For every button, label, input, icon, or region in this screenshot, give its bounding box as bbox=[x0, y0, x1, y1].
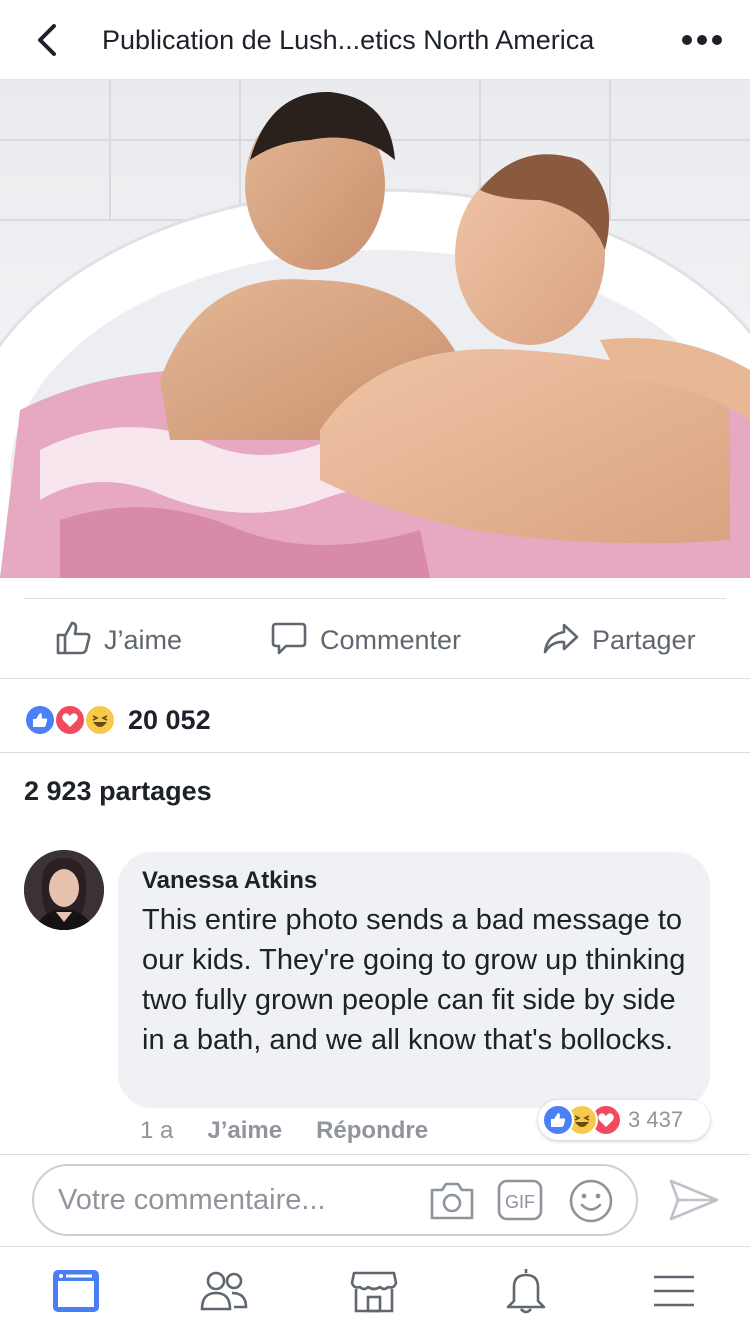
page-title: Publication de Lush...etics North Americ… bbox=[102, 25, 595, 55]
love-reaction-icon bbox=[54, 704, 86, 736]
comment-reply-button[interactable]: Répondre bbox=[316, 1117, 428, 1145]
send-icon[interactable] bbox=[668, 1176, 720, 1224]
like-reaction-icon bbox=[24, 704, 56, 736]
comment-author[interactable]: Vanessa Atkins bbox=[142, 866, 686, 896]
comment-like-button[interactable]: J’aime bbox=[207, 1117, 282, 1145]
share-arrow-icon bbox=[542, 619, 580, 662]
speech-bubble-icon bbox=[270, 619, 308, 662]
divider bbox=[0, 1154, 750, 1155]
bell-icon[interactable] bbox=[500, 1265, 552, 1317]
post-photo[interactable] bbox=[0, 80, 750, 578]
comment-composer: GIF bbox=[32, 1164, 638, 1236]
emoji-icon[interactable] bbox=[568, 1178, 614, 1224]
post-actions: J’aime Commenter Partager bbox=[0, 600, 750, 678]
menu-icon[interactable] bbox=[648, 1265, 700, 1317]
thumbs-up-icon bbox=[54, 619, 92, 662]
comment-text: This entire photo sends a bad message to… bbox=[142, 904, 686, 1056]
like-label: J’aime bbox=[104, 624, 183, 655]
share-button[interactable]: Partager bbox=[542, 618, 696, 662]
haha-reaction-icon bbox=[84, 704, 116, 736]
comment-meta: 1 a J’aime Répondre bbox=[140, 1114, 428, 1148]
comment-reactions[interactable]: 3 437 bbox=[538, 1100, 710, 1140]
more-icon[interactable] bbox=[680, 26, 724, 54]
top-bar: Publication de Lush...etics North Americ… bbox=[0, 0, 750, 80]
share-label: Partager bbox=[592, 624, 696, 655]
back-icon[interactable] bbox=[28, 20, 68, 60]
comment-label: Commenter bbox=[320, 624, 462, 655]
marketplace-icon[interactable] bbox=[348, 1265, 400, 1317]
comment-time: 1 a bbox=[140, 1117, 174, 1144]
news-feed-icon[interactable] bbox=[50, 1265, 102, 1317]
tab-bar bbox=[0, 1246, 750, 1334]
shares-count[interactable]: 2 923 partages bbox=[24, 776, 212, 807]
comment-button[interactable]: Commenter bbox=[270, 618, 461, 662]
reaction-icons bbox=[24, 702, 124, 738]
comment-input[interactable] bbox=[58, 1178, 418, 1222]
like-button[interactable]: J’aime bbox=[54, 618, 182, 662]
camera-icon[interactable] bbox=[428, 1178, 476, 1222]
like-reaction-icon bbox=[542, 1104, 574, 1136]
divider bbox=[0, 678, 750, 679]
gif-label: GIF bbox=[505, 1192, 535, 1212]
divider bbox=[0, 752, 750, 753]
divider bbox=[24, 598, 726, 599]
avatar[interactable] bbox=[24, 850, 104, 930]
reaction-count: 20 052 bbox=[128, 704, 211, 735]
gif-icon[interactable]: GIF bbox=[496, 1178, 544, 1222]
friends-icon[interactable] bbox=[198, 1265, 250, 1317]
comment-reaction-count: 3 437 bbox=[628, 1107, 684, 1132]
comment-bubble[interactable]: Vanessa Atkins This entire photo sends a… bbox=[118, 852, 710, 1108]
reactions-summary[interactable]: 20 052 bbox=[24, 700, 211, 740]
